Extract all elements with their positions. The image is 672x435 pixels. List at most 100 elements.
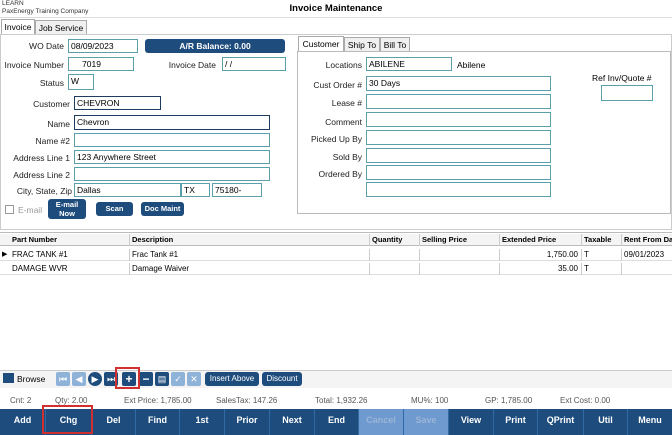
- delete-row-icon[interactable]: −: [139, 372, 153, 386]
- next-button[interactable]: Next: [270, 409, 315, 435]
- highlight-box-add-row: [115, 367, 140, 389]
- subtab-customer[interactable]: Customer: [298, 36, 344, 52]
- comment-label: Comment: [325, 117, 362, 127]
- del-button[interactable]: Del: [92, 409, 136, 435]
- email-now-button[interactable]: E-mail Now: [48, 199, 86, 219]
- first-button[interactable]: 1st: [180, 409, 225, 435]
- ar-balance-badge: A/R Balance: 0.00: [145, 39, 285, 53]
- col-description[interactable]: Description: [130, 234, 370, 246]
- address-line-1-label: Address Line 1: [13, 153, 70, 163]
- cell-price[interactable]: [420, 249, 500, 261]
- cell-taxable[interactable]: T: [582, 249, 622, 261]
- end-button[interactable]: End: [315, 409, 359, 435]
- locations-field[interactable]: ABILENE: [366, 57, 452, 71]
- status-label: Status: [39, 78, 64, 88]
- status-mu: MU%: 100: [411, 396, 449, 405]
- browse-icon: [3, 373, 14, 383]
- lease-field[interactable]: [366, 94, 551, 109]
- col-part-number[interactable]: Part Number: [10, 234, 130, 246]
- cell-quantity[interactable]: [370, 263, 420, 275]
- cell-part[interactable]: FRAC TANK #1: [10, 249, 130, 261]
- status-field[interactable]: W: [68, 74, 94, 90]
- address-line-2-label: Address Line 2: [13, 170, 70, 180]
- cell-extended-price[interactable]: 1,750.00: [500, 249, 582, 261]
- col-taxable[interactable]: Taxable: [582, 234, 622, 246]
- col-extended-price[interactable]: Extended Price: [500, 234, 582, 246]
- cancel-icon[interactable]: ✕: [187, 372, 201, 386]
- name2-field[interactable]: [74, 133, 270, 147]
- add-button[interactable]: Add: [0, 409, 46, 435]
- cell-description[interactable]: Damage Waiver: [130, 263, 370, 275]
- subtab-ship-to[interactable]: Ship To: [344, 37, 380, 52]
- cell-price[interactable]: [420, 263, 500, 275]
- comment-field[interactable]: [366, 112, 551, 127]
- discount-button[interactable]: Discount: [262, 372, 302, 386]
- name2-label: Name #2: [35, 136, 71, 146]
- zip-field[interactable]: 75180-: [212, 183, 262, 197]
- util-button[interactable]: Util: [584, 409, 628, 435]
- tab-job-service[interactable]: Job Service: [35, 20, 87, 35]
- city-field[interactable]: Dallas: [74, 183, 181, 197]
- title-bar: LEARN PaxEnergy Training Company Invoice…: [0, 0, 672, 18]
- scan-button[interactable]: Scan: [96, 202, 133, 216]
- insert-above-button[interactable]: Insert Above: [205, 372, 259, 386]
- email-checkbox[interactable]: [5, 205, 14, 214]
- state-field[interactable]: TX: [181, 183, 210, 197]
- name-field[interactable]: Chevron: [74, 115, 270, 130]
- status-ext-price: Ext Price: 1,785.00: [124, 396, 192, 405]
- picked-up-by-field[interactable]: [366, 130, 551, 145]
- col-rent-from-date[interactable]: Rent From Da: [622, 234, 672, 246]
- address-line-1-field[interactable]: 123 Anywhere Street: [74, 150, 270, 164]
- status-gp: GP: 1,785.00: [485, 396, 533, 405]
- table-row[interactable]: ▶ FRAC TANK #1 Frac Tank #1 1,750.00 T 0…: [0, 249, 672, 261]
- save-button[interactable]: Save: [404, 409, 449, 435]
- invoice-date-field[interactable]: / /: [222, 57, 286, 71]
- status-total: Total: 1,932.26: [315, 396, 368, 405]
- wo-date-label: WO Date: [29, 41, 64, 51]
- ref-inv-quote-label: Ref Inv/Quote #: [592, 73, 652, 83]
- cell-quantity[interactable]: [370, 249, 420, 261]
- doc-maint-button[interactable]: Doc Maint: [141, 202, 184, 216]
- cust-order-label: Cust Order #: [313, 80, 362, 90]
- col-selling-price[interactable]: Selling Price: [420, 234, 500, 246]
- cell-rent-from[interactable]: [622, 263, 672, 275]
- cell-taxable[interactable]: T: [582, 263, 622, 275]
- ordered-by-extra-field[interactable]: [366, 182, 551, 197]
- sold-by-field[interactable]: [366, 148, 551, 163]
- qprint-button[interactable]: QPrint: [538, 409, 584, 435]
- ordered-by-field[interactable]: [366, 165, 551, 180]
- cell-extended-price[interactable]: 35.00: [500, 263, 582, 275]
- sold-by-label: Sold By: [332, 152, 362, 162]
- edit-row-icon[interactable]: ▤: [155, 372, 169, 386]
- subtab-bill-to[interactable]: Bill To: [380, 37, 410, 52]
- browse-label: Browse: [17, 374, 46, 384]
- customer-field[interactable]: CHEVRON: [74, 96, 161, 110]
- cancel-button[interactable]: Cancel: [359, 409, 404, 435]
- view-button[interactable]: View: [449, 409, 494, 435]
- next-record-icon[interactable]: ▶: [88, 372, 102, 386]
- print-button[interactable]: Print: [494, 409, 538, 435]
- table-row[interactable]: DAMAGE WVR Damage Waiver 35.00 T: [0, 263, 672, 275]
- wo-date-field[interactable]: 08/09/2023: [68, 39, 138, 53]
- locations-description: Abilene: [457, 60, 486, 70]
- invoice-number-field[interactable]: 7019: [68, 57, 134, 71]
- status-ext-cost: Ext Cost: 0.00: [560, 396, 611, 405]
- email-label: E-mail: [18, 205, 43, 215]
- cell-rent-from[interactable]: 09/01/2023: [622, 249, 672, 261]
- status-cnt: Cnt: 2: [10, 396, 32, 405]
- prior-button[interactable]: Prior: [225, 409, 270, 435]
- highlight-box-chg: [42, 405, 93, 434]
- ref-inv-quote-field[interactable]: [601, 85, 653, 101]
- address-line-2-field[interactable]: [74, 167, 270, 181]
- post-icon[interactable]: ✓: [171, 372, 185, 386]
- col-quantity[interactable]: Quantity: [370, 234, 420, 246]
- prior-record-icon[interactable]: ◀: [72, 372, 86, 386]
- find-button[interactable]: Find: [136, 409, 180, 435]
- cell-part[interactable]: DAMAGE WVR: [10, 263, 130, 275]
- cell-description[interactable]: Frac Tank #1: [130, 249, 370, 261]
- cust-order-field[interactable]: 30 Days: [366, 76, 551, 91]
- tab-invoice[interactable]: Invoice: [1, 19, 35, 35]
- first-record-icon[interactable]: ⏮: [56, 372, 70, 386]
- ordered-by-label: Ordered By: [318, 169, 362, 179]
- menu-button[interactable]: Menu: [628, 409, 672, 435]
